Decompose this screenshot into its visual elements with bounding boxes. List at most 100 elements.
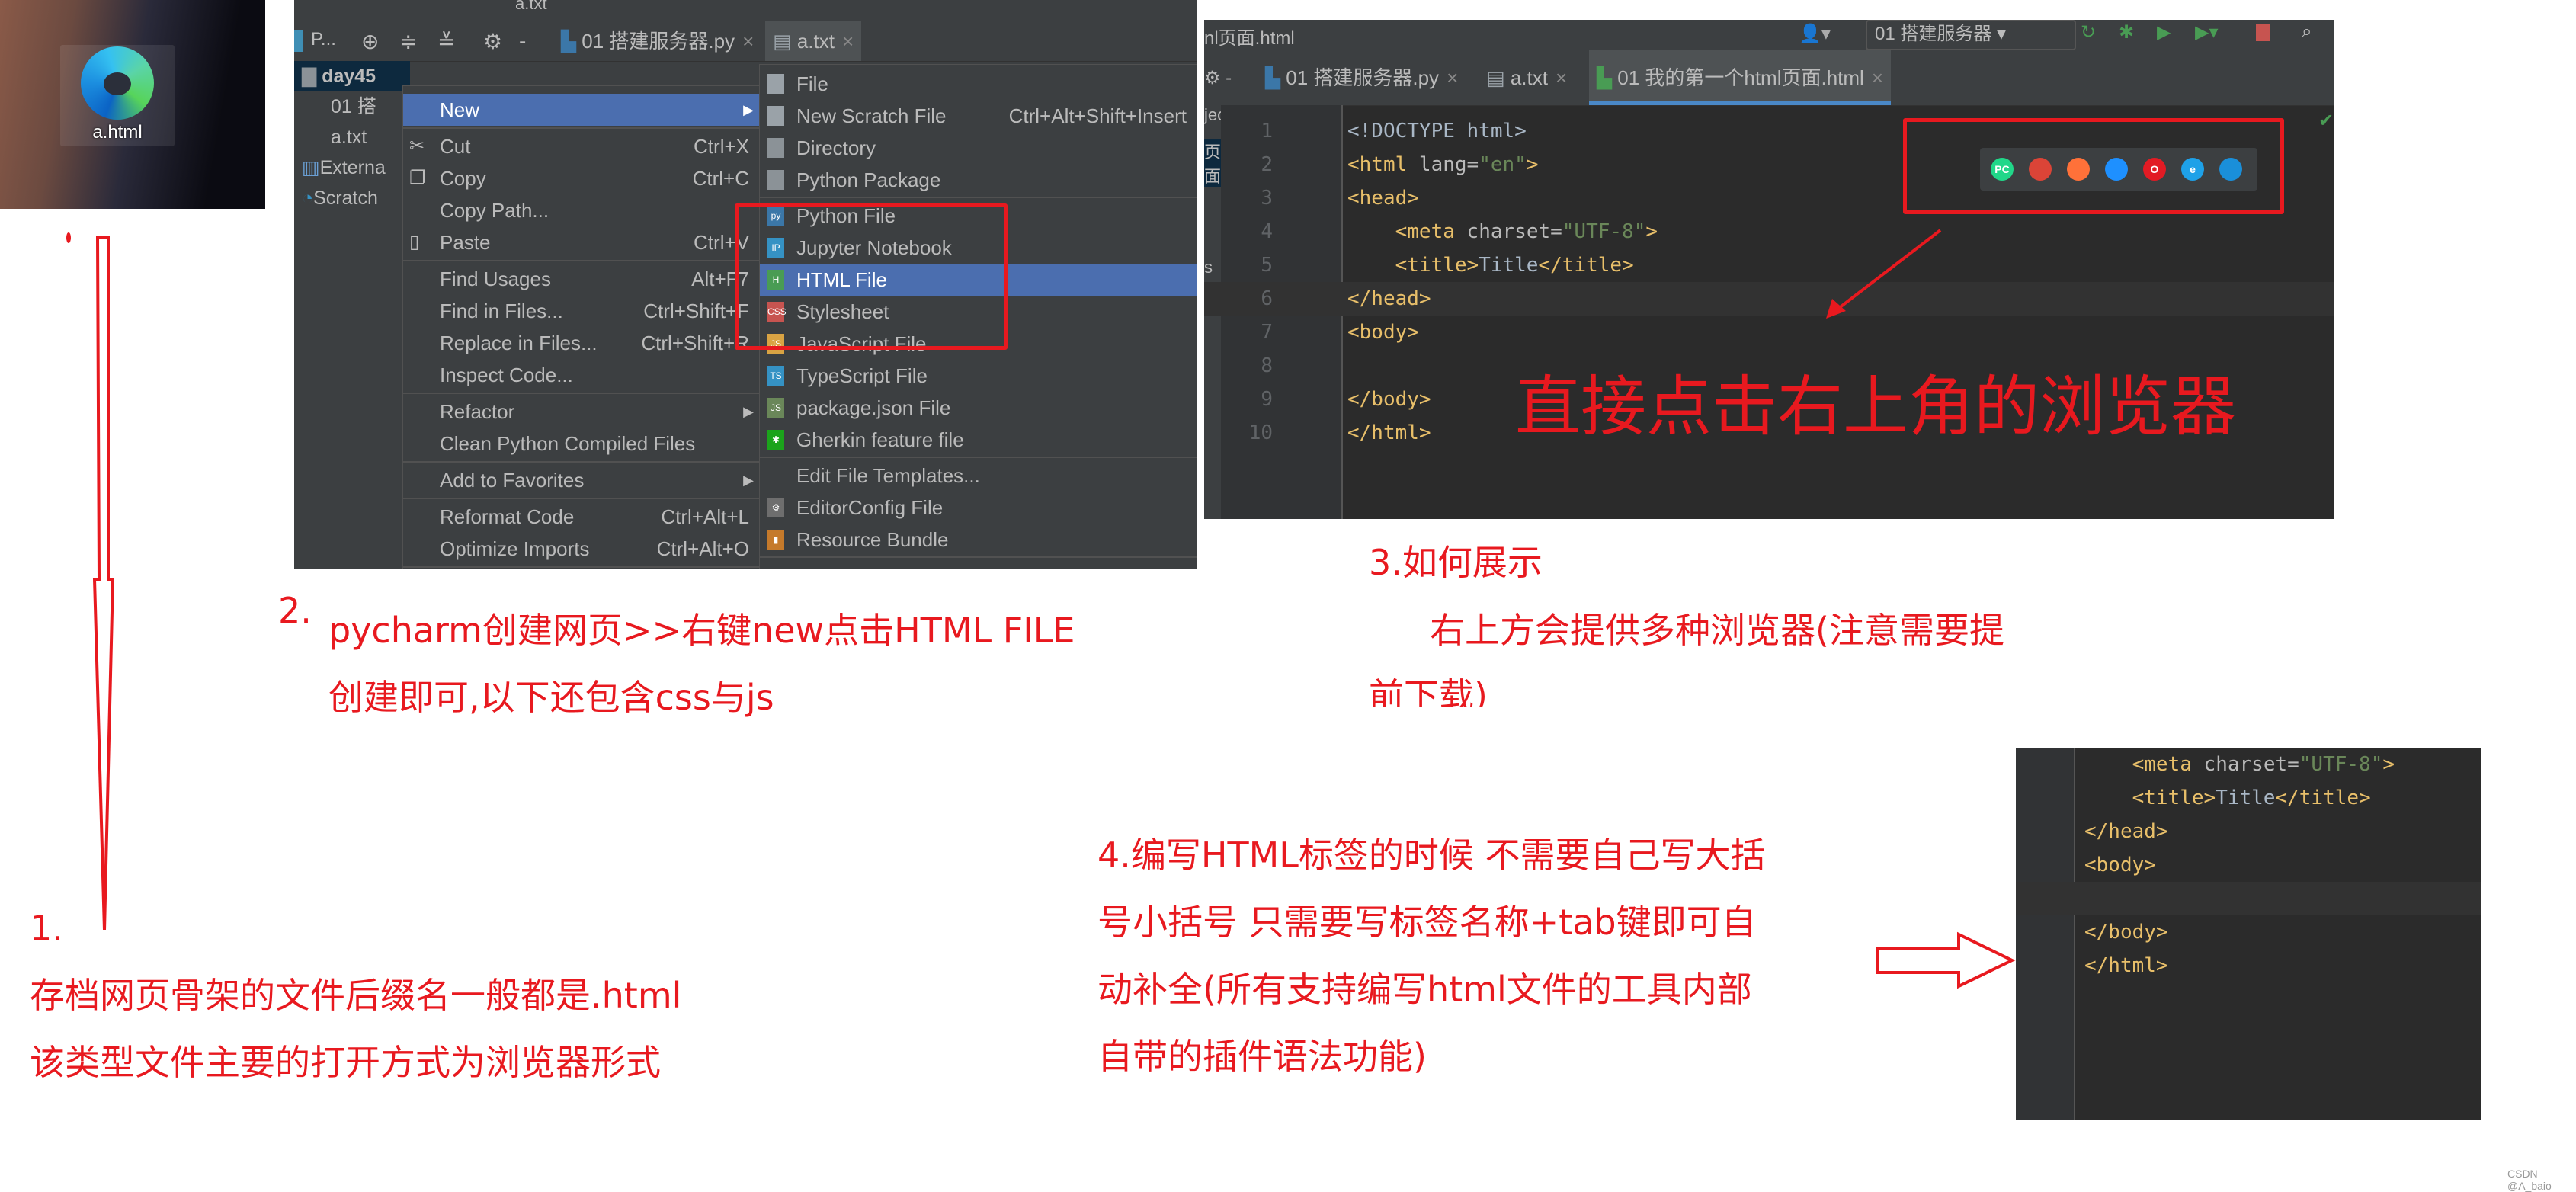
code-token: charset bbox=[2203, 753, 2288, 776]
locate-icon[interactable]: ⊕ bbox=[361, 29, 379, 54]
code-token: "UTF-8" bbox=[1562, 220, 1646, 243]
menu-item-copy-path[interactable]: Copy Path... bbox=[403, 194, 760, 226]
submenu-item-directory[interactable]: Directory bbox=[760, 132, 1197, 164]
note-1-number: 1. bbox=[30, 908, 63, 949]
line-number: 1 bbox=[1261, 120, 1273, 143]
menu-item-add-to-favorites[interactable]: Add to Favorites ▶ bbox=[403, 464, 760, 496]
submenu-item-package-json-file[interactable]: JS package.json File bbox=[760, 392, 1197, 424]
file-type-icon bbox=[767, 74, 784, 94]
run-config-dropdown[interactable]: 01 搭建服务器 ▾ bbox=[1866, 20, 2076, 50]
menu-item-shortcut: Ctrl+C bbox=[692, 167, 749, 190]
menu-item-new[interactable]: New ▶ bbox=[403, 94, 760, 126]
line-number: 8 bbox=[1261, 354, 1273, 377]
code-line: <title>Title</title> bbox=[1347, 248, 1634, 282]
menu-item-label: Optimize Imports bbox=[440, 537, 590, 560]
chevron-right-icon: ▶ bbox=[743, 102, 754, 117]
watermark: CSDN @A_baio bbox=[2507, 1168, 2552, 1192]
menu-item-label: Copy bbox=[440, 167, 486, 190]
firefox-icon[interactable] bbox=[2067, 158, 2090, 181]
search-icon[interactable]: ⌕ bbox=[2302, 21, 2312, 43]
submenu-item-resource-bundle[interactable]: ▮ Resource Bundle bbox=[760, 524, 1197, 556]
menu-item-find-in-files[interactable]: Find in Files... Ctrl+Shift+F bbox=[403, 295, 760, 327]
menu-separator bbox=[760, 197, 1197, 198]
project-view-dropdown[interactable]: P... bbox=[311, 29, 336, 50]
chrome-icon[interactable] bbox=[2029, 158, 2052, 181]
menu-item-optimize-imports[interactable]: Optimize Imports Ctrl+Alt+O bbox=[403, 533, 760, 565]
edge-icon[interactable] bbox=[2219, 158, 2242, 181]
close-icon[interactable]: × bbox=[1447, 66, 1458, 89]
edge-icon[interactable] bbox=[81, 46, 154, 120]
menu-separator bbox=[760, 457, 1197, 458]
opera-icon[interactable]: O bbox=[2143, 158, 2166, 181]
file-type-icon: ⚙ bbox=[767, 498, 784, 517]
tab-python-file[interactable]: ▙ 01 搭建服务器.py × bbox=[553, 21, 761, 61]
menu-item-replace-in-files[interactable]: Replace in Files... Ctrl+Shift+R bbox=[403, 327, 760, 359]
pointer-arrow-annotation bbox=[1826, 229, 1942, 319]
submenu-item-gherkin-feature-file[interactable]: ✱ Gherkin feature file bbox=[760, 424, 1197, 456]
tab-label: 01 我的第一个html页面.html bbox=[1617, 66, 1864, 89]
close-icon[interactable]: × bbox=[1872, 66, 1883, 89]
python-file-icon: ▙ bbox=[561, 30, 576, 53]
menu-item-inspect-code[interactable]: Inspect Code... bbox=[403, 359, 760, 391]
menu-item-find-usages[interactable]: Find Usages Alt+F7 bbox=[403, 263, 760, 295]
rerun-icon[interactable]: ↻ bbox=[2081, 21, 2096, 43]
tree-item-day45[interactable]: ▇ day45 bbox=[294, 61, 410, 91]
submenu-item-edit-file-templates[interactable]: Edit File Templates... bbox=[760, 460, 1197, 492]
gear-icon[interactable]: ⚙ bbox=[483, 29, 502, 54]
tab-python-file[interactable]: ▙ 01 搭建服务器.py × bbox=[1258, 50, 1466, 105]
title-bar: nl页面.html 👤▾ 01 搭建服务器 ▾ ↻ ✱ ▶ ▶▾ ⌕ bbox=[1204, 20, 2334, 50]
menu-item-reformat-code[interactable]: Reformat Code Ctrl+Alt+L bbox=[403, 501, 760, 533]
run-icon[interactable]: ▶ bbox=[2157, 21, 2171, 43]
menu-separator bbox=[403, 127, 760, 129]
code-token: Title bbox=[2216, 787, 2276, 809]
debug-icon[interactable]: ✱ bbox=[2119, 21, 2134, 43]
safari-icon[interactable] bbox=[2105, 158, 2128, 181]
collapse-all-icon[interactable]: ≚ bbox=[437, 29, 455, 54]
hide-icon[interactable]: - bbox=[519, 29, 526, 53]
menu-item-label: Directory bbox=[796, 136, 876, 159]
tree-item-external-libraries[interactable]: ▥Externa bbox=[294, 152, 410, 183]
coverage-icon[interactable]: ▶▾ bbox=[2195, 21, 2219, 43]
check-icon: ✔ bbox=[2318, 111, 2334, 131]
project-icon bbox=[294, 30, 303, 52]
submenu-item-typescript-file[interactable]: TS TypeScript File bbox=[760, 360, 1197, 392]
menu-separator bbox=[403, 498, 760, 499]
close-icon[interactable]: × bbox=[842, 30, 854, 53]
code-line: </html> bbox=[2084, 949, 2168, 982]
code-editor[interactable]: <meta charset="UTF-8"> <title>Title</tit… bbox=[2016, 748, 2481, 1120]
gear-icon[interactable]: ⚙ - bbox=[1204, 67, 1232, 89]
tab-html-file[interactable]: ▙ 01 我的第一个html页面.html × bbox=[1589, 50, 1892, 105]
menu-item-cut[interactable]: ✂ Cut Ctrl+X bbox=[403, 130, 760, 162]
tab-a-txt[interactable]: ▤ a.txt × bbox=[1479, 50, 1575, 105]
tab-a-txt[interactable]: ▤ a.txt × bbox=[765, 21, 862, 61]
menu-item-shortcut: Ctrl+Shift+R bbox=[641, 332, 749, 354]
toolbar: P... ⊕ ≑ ≚ ⚙ - ▙ 01 搭建服务器.py × ▤ a.txt × bbox=[294, 21, 1197, 62]
submenu-item-new-scratch-file[interactable]: New Scratch File Ctrl+Alt+Shift+Insert bbox=[760, 100, 1197, 132]
autocomplete-code-screenshot: <meta charset="UTF-8"> <title>Title</tit… bbox=[2016, 748, 2481, 1120]
menu-item-copy[interactable]: ❐ Copy Ctrl+C bbox=[403, 162, 760, 194]
tree-item-scratches[interactable]: ◔Scratch bbox=[294, 183, 410, 213]
submenu-item-editorconfig-file[interactable]: ⚙ EditorConfig File bbox=[760, 492, 1197, 524]
note-4-line: 号小括号 只需要写标签名称+tab键即可自 bbox=[1097, 902, 1757, 943]
scissors-icon: ✂ bbox=[409, 136, 425, 156]
submenu-item-python-package[interactable]: Python Package bbox=[760, 164, 1197, 196]
submenu-item-file[interactable]: File bbox=[760, 68, 1197, 100]
pycharm-icon[interactable]: PC bbox=[1991, 158, 2014, 181]
menu-item-label: Copy Path... bbox=[440, 199, 549, 222]
note-4-line: 4.编写HTML标签的时候 不需要自己写大括 bbox=[1097, 835, 1766, 876]
close-icon[interactable]: × bbox=[1556, 66, 1567, 89]
menu-item-clean-python-compiled-files[interactable]: Clean Python Compiled Files bbox=[403, 428, 760, 460]
menu-item-label: Reformat Code bbox=[440, 505, 575, 528]
ie-icon[interactable]: e bbox=[2181, 158, 2204, 181]
close-icon[interactable]: × bbox=[742, 30, 754, 53]
menu-item-refactor[interactable]: Refactor ▶ bbox=[403, 396, 760, 428]
expand-all-icon[interactable]: ≑ bbox=[399, 29, 417, 54]
code-line: <meta charset="UTF-8"> bbox=[1347, 215, 1658, 248]
code-token: </title> bbox=[1538, 254, 1634, 277]
stop-icon[interactable] bbox=[2256, 24, 2270, 41]
user-icon[interactable]: 👤▾ bbox=[1799, 23, 1831, 45]
menu-separator bbox=[403, 260, 760, 261]
run-config-label: 01 搭建服务器 bbox=[1875, 24, 1992, 44]
menu-item-paste[interactable]: ▯ Paste Ctrl+V bbox=[403, 226, 760, 258]
scratch-icon: ◔ bbox=[302, 187, 314, 209]
